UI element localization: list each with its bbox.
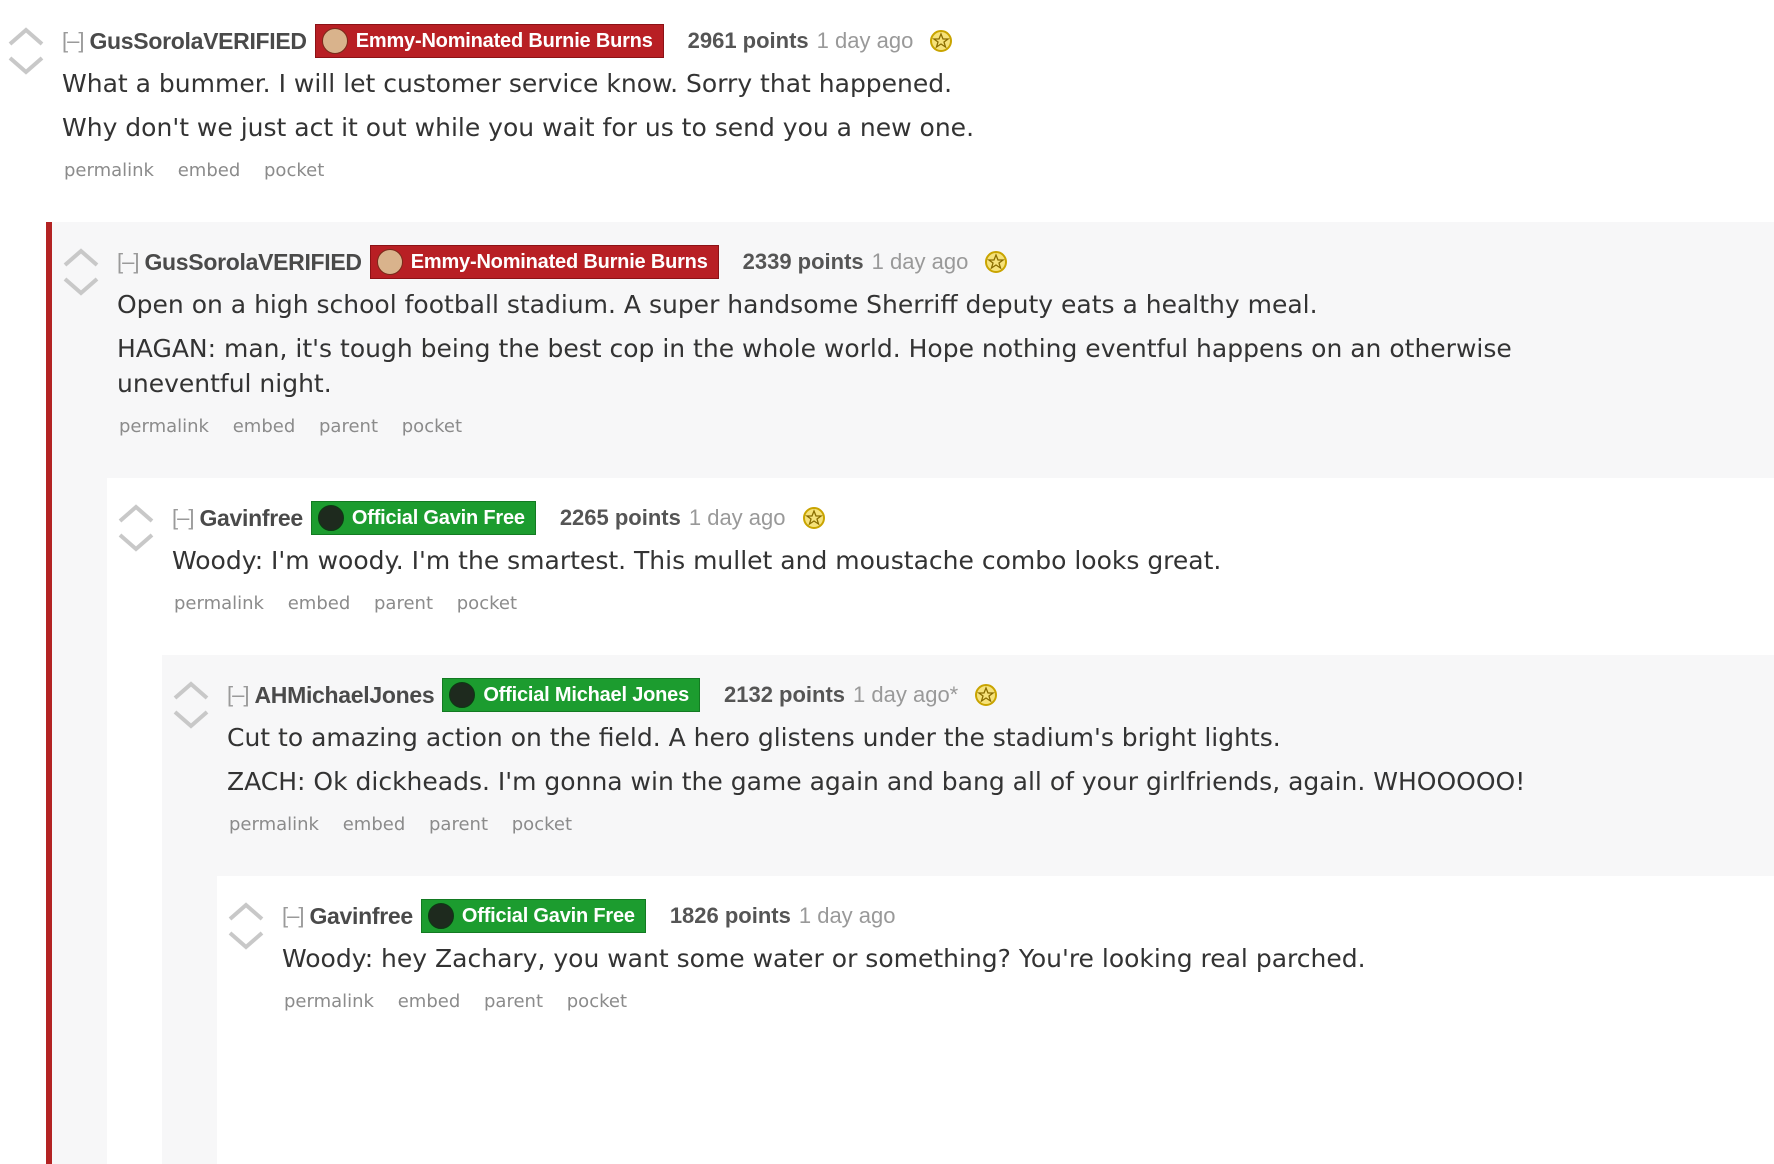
parent-link[interactable]: parent <box>484 991 543 1012</box>
comment-paragraph: Woody: I'm woody. I'm the smartest. This… <box>172 546 1222 575</box>
score: 1826 points <box>669 903 791 928</box>
comment-header: [–] GusSorolaVERIFIED Emmy-Nominated Bur… <box>62 23 953 59</box>
upvote-arrow-icon[interactable] <box>173 681 209 700</box>
comment-header: [–] Gavinfree Official Gavin Free 2265 p… <box>172 500 826 536</box>
user-flair: Official Gavin Free <box>420 899 646 933</box>
downvote-arrow-icon[interactable] <box>228 931 264 950</box>
embed-link[interactable]: embed <box>233 416 296 437</box>
author-name[interactable]: Gavinfree <box>199 505 303 532</box>
timestamp: 1 day ago <box>798 903 896 928</box>
permalink-link[interactable]: permalink <box>64 160 154 181</box>
comment-actions: permalink embed parent pocket <box>229 814 590 835</box>
gold-star-icon[interactable] <box>802 506 826 530</box>
embed-link[interactable]: embed <box>178 160 241 181</box>
comment-actions: permalink embed parent pocket <box>284 991 645 1012</box>
comment-paragraph: Open on a high school football stadium. … <box>117 290 1318 319</box>
author-name[interactable]: AHMichaelJones <box>254 682 434 709</box>
embed-link[interactable]: embed <box>288 593 351 614</box>
embed-link[interactable]: embed <box>343 814 406 835</box>
comment-paragraph: Cut to amazing action on the field. A he… <box>227 723 1281 752</box>
vote-arrows <box>6 22 46 92</box>
comment-header: [–] AHMichaelJones Official Michael Jone… <box>227 677 998 713</box>
user-flair: Emmy-Nominated Burnie Burns <box>314 24 664 58</box>
upvote-arrow-icon[interactable] <box>8 27 44 46</box>
gold-star-icon[interactable] <box>984 250 1008 274</box>
flair-avatar-icon <box>321 28 348 54</box>
parent-link[interactable]: parent <box>374 593 433 614</box>
user-flair: Emmy-Nominated Burnie Burns <box>369 245 719 279</box>
timestamp: 1 day ago <box>871 249 969 274</box>
comment-header: [–] GusSorolaVERIFIED Emmy-Nominated Bur… <box>117 244 1008 280</box>
user-flair: Official Michael Jones <box>442 678 700 712</box>
timestamp: 1 day ago <box>688 505 786 530</box>
flair-avatar-icon <box>427 903 454 929</box>
score: 2961 points <box>687 28 809 53</box>
flair-avatar-icon <box>376 249 403 275</box>
downvote-arrow-icon[interactable] <box>118 533 154 552</box>
downvote-arrow-icon[interactable] <box>63 277 99 296</box>
embed-link[interactable]: embed <box>398 991 461 1012</box>
vote-arrows <box>171 676 211 746</box>
collapse-toggle[interactable]: [–] <box>117 249 139 275</box>
permalink-link[interactable]: permalink <box>174 593 264 614</box>
upvote-arrow-icon[interactable] <box>228 902 264 921</box>
comment-paragraph: ZACH: Ok dickheads. I'm gonna win the ga… <box>227 767 1526 796</box>
pocket-link[interactable]: pocket <box>567 991 627 1012</box>
comment-paragraph: What a bummer. I will let customer servi… <box>62 69 953 98</box>
pocket-link[interactable]: pocket <box>512 814 572 835</box>
author-name[interactable]: Gavinfree <box>309 903 413 930</box>
upvote-arrow-icon[interactable] <box>118 504 154 523</box>
comment-body: Woody: hey Zachary, you want some water … <box>282 941 1762 985</box>
collapse-toggle[interactable]: [–] <box>172 505 194 531</box>
downvote-arrow-icon[interactable] <box>8 56 44 75</box>
comment-body: Open on a high school football stadium. … <box>117 287 1537 410</box>
vote-arrows <box>116 499 156 569</box>
permalink-link[interactable]: permalink <box>284 991 374 1012</box>
vote-arrows <box>61 243 101 313</box>
pocket-link[interactable]: pocket <box>457 593 517 614</box>
collapse-toggle[interactable]: [–] <box>282 903 304 929</box>
collapse-toggle[interactable]: [–] <box>62 28 84 54</box>
score: 2339 points <box>742 249 864 274</box>
comment-body: What a bummer. I will let customer servi… <box>62 66 1542 154</box>
timestamp: 1 day ago <box>816 28 914 53</box>
parent-link[interactable]: parent <box>429 814 488 835</box>
author-name[interactable]: GusSorolaVERIFIED <box>89 28 307 55</box>
comment-actions: permalink embed pocket <box>64 160 342 181</box>
user-flair: Official Gavin Free <box>310 501 536 535</box>
comment-header: [–] Gavinfree Official Gavin Free 1826 p… <box>282 898 896 934</box>
collapse-toggle[interactable]: [–] <box>227 682 249 708</box>
pocket-link[interactable]: pocket <box>264 160 324 181</box>
flair-avatar-icon <box>449 682 476 708</box>
comment-paragraph: HAGAN: man, it's tough being the best co… <box>117 334 1512 398</box>
comment-thread: [–] GusSorolaVERIFIED Emmy-Nominated Bur… <box>0 0 1774 1164</box>
score: 2132 points <box>724 682 846 707</box>
comment-body: Woody: I'm woody. I'm the smartest. This… <box>172 543 1552 587</box>
author-name[interactable]: GusSorolaVERIFIED <box>144 249 362 276</box>
gold-star-icon[interactable] <box>929 29 953 53</box>
comment-paragraph: Why don't we just act it out while you w… <box>62 113 975 142</box>
comment-actions: permalink embed parent pocket <box>174 593 535 614</box>
permalink-link[interactable]: permalink <box>229 814 319 835</box>
comment-paragraph: Woody: hey Zachary, you want some water … <box>282 944 1366 973</box>
downvote-arrow-icon[interactable] <box>173 710 209 729</box>
timestamp: 1 day ago* <box>853 682 959 707</box>
flair-avatar-icon <box>317 505 344 531</box>
upvote-arrow-icon[interactable] <box>63 248 99 267</box>
permalink-link[interactable]: permalink <box>119 416 209 437</box>
pocket-link[interactable]: pocket <box>402 416 462 437</box>
parent-link[interactable]: parent <box>319 416 378 437</box>
vote-arrows <box>226 897 266 967</box>
comment-actions: permalink embed parent pocket <box>119 416 480 437</box>
comment-body: Cut to amazing action on the field. A he… <box>227 720 1767 808</box>
gold-star-icon[interactable] <box>974 683 998 707</box>
score: 2265 points <box>559 505 681 530</box>
